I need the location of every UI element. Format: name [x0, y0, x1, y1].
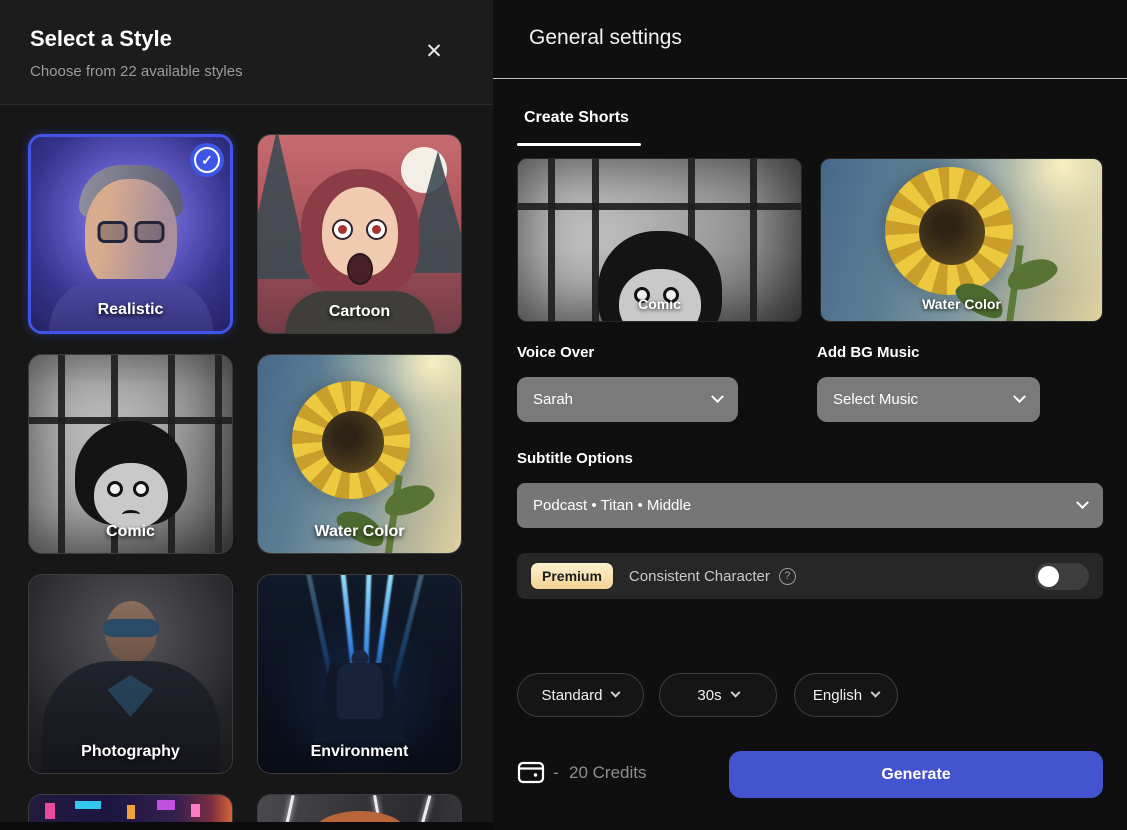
art-shape	[134, 221, 164, 243]
chevron-down-icon	[730, 687, 740, 697]
art-shape	[103, 619, 159, 637]
bg-music-value: Select Music	[833, 391, 1015, 408]
art-shape	[94, 463, 168, 529]
subtitle-options-value: Podcast • Titan • Middle	[533, 497, 1078, 514]
voice-over-select[interactable]: Sarah	[517, 377, 738, 422]
art-shape	[314, 811, 406, 822]
premium-badge: Premium	[531, 563, 613, 589]
style-label: Photography	[29, 743, 232, 761]
art-shape	[127, 805, 135, 819]
subtitle-options-label: Subtitle Options	[517, 450, 633, 467]
art-shape	[284, 795, 294, 822]
chevron-down-icon	[1013, 390, 1026, 403]
preview-watercolor[interactable]: Water Color	[820, 158, 1103, 322]
app-screen: Select a Style Choose from 22 available …	[0, 0, 1127, 830]
art-shape	[347, 253, 373, 285]
style-card-watercolor[interactable]: Water Color	[257, 354, 462, 554]
preview-label: Water Color	[821, 296, 1102, 312]
generate-button[interactable]: Generate	[729, 751, 1103, 798]
art-shape	[75, 801, 101, 809]
language-select[interactable]: English	[794, 673, 898, 717]
style-label: Cartoon	[258, 303, 461, 321]
credits-amount: 20 Credits	[569, 763, 646, 783]
wallet-icon	[517, 760, 545, 785]
style-selector-panel: Select a Style Choose from 22 available …	[0, 0, 493, 822]
tab-create-shorts[interactable]: Create Shorts	[524, 109, 629, 127]
quality-value: Standard	[542, 687, 603, 704]
style-thumbnail	[29, 795, 232, 822]
close-icon[interactable]: ✕	[419, 36, 449, 66]
quality-select[interactable]: Standard	[517, 673, 644, 717]
chevron-down-icon	[1076, 496, 1089, 509]
art-shape	[420, 795, 432, 822]
voice-over-value: Sarah	[533, 391, 713, 408]
preview-comic[interactable]: Comic	[517, 158, 802, 322]
consistent-character-toggle[interactable]	[1035, 563, 1089, 590]
selected-check-icon: ✓	[194, 147, 220, 173]
bg-music-label: Add BG Music	[817, 344, 920, 361]
art-shape	[107, 481, 123, 497]
style-card-comic[interactable]: Comic	[28, 354, 233, 554]
style-card-environment[interactable]: Environment	[257, 574, 462, 774]
subtitle-options-select[interactable]: Podcast • Titan • Middle	[517, 483, 1103, 528]
help-icon[interactable]: ?	[779, 568, 796, 585]
voice-over-label: Voice Over	[517, 344, 594, 361]
style-label: Realistic	[31, 301, 230, 319]
credits-separator: -	[553, 763, 559, 783]
art-shape	[133, 481, 149, 497]
style-label: Environment	[258, 743, 461, 761]
style-card-partial-right[interactable]	[257, 794, 462, 822]
chevron-down-icon	[611, 687, 621, 697]
consistent-character-label: Consistent Character	[629, 568, 770, 585]
header-divider	[493, 78, 1127, 79]
consistent-character-row: Premium Consistent Character ?	[517, 553, 1103, 599]
chevron-down-icon	[711, 390, 724, 403]
general-settings-panel: General settings Create Shorts Comic	[493, 0, 1127, 830]
art-shape	[97, 221, 127, 243]
duration-select[interactable]: 30s	[659, 673, 777, 717]
duration-value: 30s	[697, 687, 721, 704]
art-shape	[337, 663, 383, 719]
art-shape	[332, 219, 353, 240]
chevron-down-icon	[871, 687, 881, 697]
modal-title: Select a Style	[30, 26, 172, 52]
language-value: English	[813, 687, 862, 704]
page-title: General settings	[529, 26, 682, 50]
art-shape	[157, 800, 175, 810]
art-shape	[919, 199, 985, 265]
style-label: Water Color	[258, 523, 461, 541]
art-shape	[97, 221, 164, 243]
style-label: Comic	[29, 523, 232, 541]
style-card-partial-left[interactable]	[28, 794, 233, 822]
style-card-realistic[interactable]: ✓ Realistic	[28, 134, 233, 334]
preview-label: Comic	[518, 296, 801, 312]
art-shape	[518, 203, 801, 210]
modal-subtitle: Choose from 22 available styles	[30, 63, 243, 80]
art-shape	[122, 510, 140, 519]
art-shape	[45, 803, 55, 819]
modal-header: Select a Style Choose from 22 available …	[0, 0, 493, 105]
style-grid: ✓ Realistic Cartoon	[28, 134, 462, 822]
toggle-knob	[1038, 566, 1059, 587]
style-card-cartoon[interactable]: Cartoon	[257, 134, 462, 334]
style-thumbnail	[258, 795, 461, 822]
art-shape	[322, 411, 384, 473]
style-card-photography[interactable]: Photography	[28, 574, 233, 774]
bg-music-select[interactable]: Select Music	[817, 377, 1040, 422]
art-shape	[366, 219, 387, 240]
art-shape	[191, 804, 200, 817]
active-tab-underline	[517, 143, 641, 146]
